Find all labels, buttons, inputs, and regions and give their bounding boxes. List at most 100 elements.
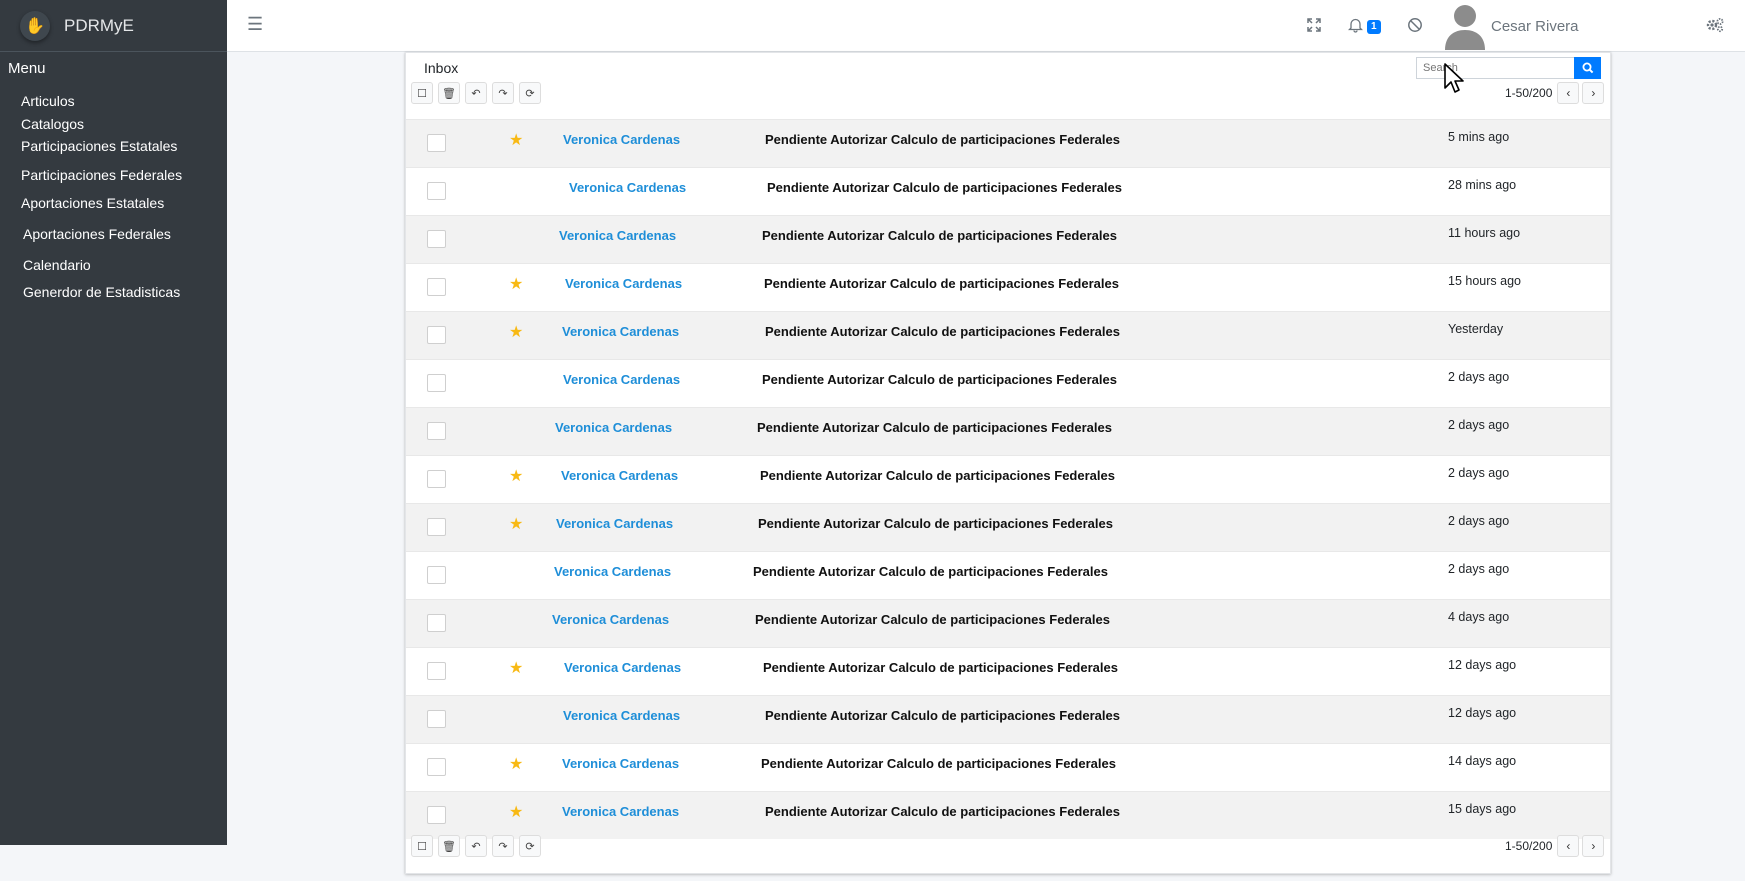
row-checkbox[interactable] [427, 470, 446, 488]
user-avatar[interactable] [1442, 2, 1488, 50]
mail-row[interactable]: ★ Veronica Cardenas Pendiente Autorizar Ca… [406, 455, 1610, 503]
mail-subject[interactable]: Pendiente Autorizar Calculo de participa… [753, 564, 1108, 579]
hamburger-icon[interactable]: ☰ [247, 14, 263, 34]
row-checkbox[interactable] [427, 518, 446, 536]
bell-icon[interactable] [1347, 17, 1364, 37]
star-icon[interactable]: ★ [509, 322, 523, 342]
mail-subject[interactable]: Pendiente Autorizar Calculo de participa… [760, 468, 1115, 483]
star-icon[interactable]: ★ [509, 514, 523, 534]
refresh-button[interactable]: ⟳ [519, 835, 541, 857]
mail-sender-link[interactable]: Veronica Cardenas [556, 516, 673, 531]
mail-row[interactable]: Veronica Cardenas Pendiente Autorizar Cal… [406, 215, 1610, 263]
mail-row[interactable]: ★ Veronica Cardenas Pendiente Autorizar Ca… [406, 503, 1610, 551]
mail-sender-link[interactable]: Veronica Cardenas [564, 660, 681, 675]
mail-sender-link[interactable]: Veronica Cardenas [563, 708, 680, 723]
mail-subject[interactable]: Pendiente Autorizar Calculo de participa… [758, 516, 1113, 531]
next-page-button[interactable]: › [1582, 835, 1605, 857]
row-checkbox[interactable] [427, 182, 446, 200]
sidebar-item-catalogos[interactable]: Catalogos [21, 116, 84, 132]
star-icon[interactable]: ★ [509, 130, 523, 150]
mail-row[interactable]: ★ Veronica Cardenas Pendiente Autorizar Ca… [406, 791, 1610, 839]
star-icon[interactable]: ★ [509, 658, 523, 678]
ban-icon[interactable] [1407, 17, 1423, 37]
user-name[interactable]: Cesar Rivera [1491, 18, 1579, 35]
row-checkbox[interactable] [427, 326, 446, 344]
row-checkbox[interactable] [427, 566, 446, 584]
delete-button[interactable]: 🗑 [438, 82, 460, 104]
mail-sender-link[interactable]: Veronica Cardenas [563, 132, 680, 147]
mail-sender-link[interactable]: Veronica Cardenas [552, 612, 669, 627]
select-all-button[interactable]: ☐ [411, 82, 433, 104]
mail-subject[interactable]: Pendiente Autorizar Calculo de participa… [765, 132, 1120, 147]
sidebar-item-aportaciones-estatales[interactable]: Aportaciones Estatales [21, 195, 164, 211]
next-page-button[interactable]: › [1582, 82, 1605, 104]
select-all-button[interactable]: ☐ [411, 835, 433, 857]
brand[interactable]: ✋ PDRMyE [0, 0, 227, 52]
mail-row[interactable]: ★ Veronica Cardenas Pendiente Autorizar Ca… [406, 311, 1610, 359]
row-checkbox[interactable] [427, 374, 446, 392]
prev-page-button[interactable]: ‹ [1557, 835, 1580, 857]
mail-subject[interactable]: Pendiente Autorizar Calculo de participa… [761, 756, 1116, 771]
sidebar-item-calendario[interactable]: Calendario [23, 257, 91, 273]
reply-button[interactable]: ↶ [465, 82, 487, 104]
star-icon[interactable]: ★ [509, 466, 523, 486]
reply-button[interactable]: ↶ [465, 835, 487, 857]
star-icon[interactable]: ★ [509, 754, 523, 774]
sidebar-item-participaciones-federales[interactable]: Participaciones Federales [21, 167, 182, 183]
search-button[interactable] [1574, 57, 1601, 79]
mail-sender-link[interactable]: Veronica Cardenas [565, 276, 682, 291]
forward-button[interactable]: ↷ [492, 82, 514, 104]
mail-subject[interactable]: Pendiente Autorizar Calculo de participa… [763, 660, 1118, 675]
mail-sender-link[interactable]: Veronica Cardenas [562, 804, 679, 819]
settings-icon[interactable] [1705, 17, 1725, 37]
mail-subject[interactable]: Pendiente Autorizar Calculo de participa… [765, 324, 1120, 339]
mail-row[interactable]: Veronica Cardenas Pendiente Autorizar Cal… [406, 695, 1610, 743]
sidebar-item-participaciones-estatales[interactable]: Participaciones Estatales [21, 138, 177, 154]
refresh-button[interactable]: ⟳ [519, 82, 541, 104]
mail-sender-link[interactable]: Veronica Cardenas [554, 564, 671, 579]
mail-sender-link[interactable]: Veronica Cardenas [562, 324, 679, 339]
mail-sender-link[interactable]: Veronica Cardenas [561, 468, 678, 483]
row-checkbox[interactable] [427, 422, 446, 440]
forward-button[interactable]: ↷ [492, 835, 514, 857]
mail-row[interactable]: ★ Veronica Cardenas Pendiente Autorizar Ca… [406, 263, 1610, 311]
mail-row[interactable]: Veronica Cardenas Pendiente Autorizar Cal… [406, 599, 1610, 647]
mail-row[interactable]: ★ Veronica Cardenas Pendiente Autorizar Ca… [406, 743, 1610, 791]
sidebar-item-estadisticas[interactable]: Generdor de Estadisticas [23, 284, 180, 300]
row-checkbox[interactable] [427, 230, 446, 248]
mail-row[interactable]: Veronica Cardenas Pendiente Autorizar Cal… [406, 407, 1610, 455]
row-checkbox[interactable] [427, 758, 446, 776]
mail-sender-link[interactable]: Veronica Cardenas [563, 372, 680, 387]
row-checkbox[interactable] [427, 134, 446, 152]
mail-row[interactable]: ★ Veronica Cardenas Pendiente Autorizar Ca… [406, 647, 1610, 695]
fullscreen-icon[interactable] [1306, 17, 1322, 37]
mail-subject[interactable]: Pendiente Autorizar Calculo de participa… [757, 420, 1112, 435]
delete-button[interactable]: 🗑 [438, 835, 460, 857]
mail-subject[interactable]: Pendiente Autorizar Calculo de participa… [765, 804, 1120, 819]
row-checkbox[interactable] [427, 806, 446, 824]
mail-subject[interactable]: Pendiente Autorizar Calculo de participa… [764, 276, 1119, 291]
row-checkbox[interactable] [427, 662, 446, 680]
row-checkbox[interactable] [427, 614, 446, 632]
row-checkbox[interactable] [427, 278, 446, 296]
sidebar-item-aportaciones-federales[interactable]: Aportaciones Federales [23, 226, 171, 242]
search-input[interactable] [1416, 57, 1574, 79]
mail-sender-link[interactable]: Veronica Cardenas [569, 180, 686, 195]
sidebar-item-articulos[interactable]: Articulos [21, 93, 75, 109]
star-icon[interactable]: ★ [509, 802, 523, 822]
mail-sender-link[interactable]: Veronica Cardenas [555, 420, 672, 435]
mail-subject[interactable]: Pendiente Autorizar Calculo de participa… [755, 612, 1110, 627]
mail-sender-link[interactable]: Veronica Cardenas [562, 756, 679, 771]
mail-row[interactable]: ★ Veronica Cardenas Pendiente Autorizar Ca… [406, 119, 1610, 167]
prev-page-button[interactable]: ‹ [1557, 82, 1580, 104]
star-icon[interactable]: ★ [509, 274, 523, 294]
mail-row[interactable]: Veronica Cardenas Pendiente Autorizar Cal… [406, 167, 1610, 215]
mail-row[interactable]: Veronica Cardenas Pendiente Autorizar Cal… [406, 551, 1610, 599]
row-checkbox[interactable] [427, 710, 446, 728]
mail-subject[interactable]: Pendiente Autorizar Calculo de participa… [762, 228, 1117, 243]
mail-sender-link[interactable]: Veronica Cardenas [559, 228, 676, 243]
mail-subject[interactable]: Pendiente Autorizar Calculo de participa… [762, 372, 1117, 387]
mail-subject[interactable]: Pendiente Autorizar Calculo de participa… [767, 180, 1122, 195]
mail-subject[interactable]: Pendiente Autorizar Calculo de participa… [765, 708, 1120, 723]
mail-row[interactable]: Veronica Cardenas Pendiente Autorizar Cal… [406, 359, 1610, 407]
